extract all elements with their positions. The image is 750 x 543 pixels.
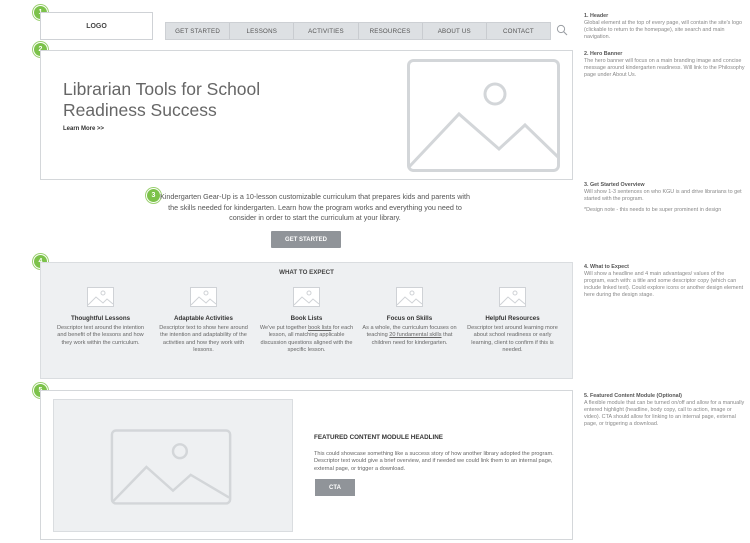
featured-image-placeholder bbox=[53, 399, 293, 532]
cta-button[interactable]: CTA bbox=[315, 479, 355, 496]
feature-title: Focus on Skills bbox=[386, 315, 433, 322]
feature-desc: As a whole, the curriculum focuses on te… bbox=[362, 325, 458, 347]
nav-about-us[interactable]: ABOUT US bbox=[423, 23, 487, 39]
annotation-hero: 2. Hero Banner The hero banner will focu… bbox=[584, 51, 746, 79]
nav-get-started[interactable]: GET STARTED bbox=[166, 23, 231, 39]
annotation-title: 2. Hero Banner bbox=[584, 51, 623, 57]
featured-description: This could showcase something like a suc… bbox=[314, 451, 554, 472]
annotation-body: The hero banner will focus on a main bra… bbox=[584, 58, 745, 78]
hero-banner: Librarian Tools for School Readiness Suc… bbox=[40, 50, 573, 180]
nav-contact[interactable]: CONTACT bbox=[487, 23, 550, 39]
nav-activities[interactable]: ACTIVITIES bbox=[294, 23, 359, 39]
feature-desc: Descriptor text around the intention and… bbox=[56, 325, 145, 346]
image-placeholder-icon bbox=[110, 429, 232, 505]
feature-title: Thoughtful Lessons bbox=[70, 315, 131, 322]
annotation-header: 1. Header Global element at the top of e… bbox=[584, 13, 746, 41]
book-lists-link[interactable]: book lists bbox=[308, 325, 331, 331]
annotation-body: Will show a headline and 4 main advantag… bbox=[584, 271, 744, 298]
feature-title: Adaptable Activities bbox=[174, 315, 233, 322]
annotation-get-started: 3. Get Started Overview Will show 1-3 se… bbox=[584, 182, 746, 214]
image-placeholder-icon bbox=[407, 59, 560, 172]
main-nav: GET STARTED LESSONS ACTIVITIES RESOURCES… bbox=[165, 22, 551, 40]
annotation-title: 4. What to Expect bbox=[584, 264, 629, 270]
feature-card: Focus on Skills As a whole, the curricul… bbox=[362, 287, 458, 355]
feature-title: Book Lists bbox=[290, 315, 323, 322]
annotation-title: 5. Featured Content Module (Optional) bbox=[584, 393, 682, 399]
desc-text: We've put together bbox=[259, 325, 309, 331]
learn-more-link[interactable]: Learn More >> bbox=[63, 126, 104, 132]
feature-card: Adaptable Activities Descriptor text to … bbox=[156, 287, 252, 355]
logo[interactable]: LOGO bbox=[40, 12, 153, 40]
section-title: WHAT TO EXPECT bbox=[279, 269, 334, 276]
what-to-expect-section: WHAT TO EXPECT Thoughtful Lessons Descri… bbox=[40, 262, 573, 379]
annotation-title: 3. Get Started Overview bbox=[584, 182, 645, 188]
image-placeholder-icon bbox=[190, 287, 217, 307]
get-started-overview: Kindergarten Gear-Up is a 10-lesson cust… bbox=[160, 192, 471, 222]
get-started-button[interactable]: GET STARTED bbox=[271, 231, 341, 248]
featured-content-module: FEATURED CONTENT MODULE HEADLINE This co… bbox=[40, 390, 573, 540]
featured-headline: FEATURED CONTENT MODULE HEADLINE bbox=[314, 434, 443, 441]
image-placeholder-icon bbox=[87, 287, 114, 307]
annotation-body: Will show 1-3 sentences on who KGU is an… bbox=[584, 189, 742, 202]
annotation-body: Global element at the top of every page,… bbox=[584, 20, 743, 40]
feature-card: Thoughtful Lessons Descriptor text aroun… bbox=[53, 287, 149, 355]
image-placeholder-icon bbox=[293, 287, 320, 307]
feature-card: Helpful Resources Descriptor text around… bbox=[465, 287, 561, 355]
annotation-title: 1. Header bbox=[584, 13, 609, 19]
feature-desc: Descriptor text to show here around the … bbox=[159, 325, 248, 354]
nav-resources[interactable]: RESOURCES bbox=[359, 23, 423, 39]
search-icon[interactable] bbox=[556, 24, 568, 36]
feature-desc: We've put together book lists for each l… bbox=[259, 325, 355, 355]
nav-lessons[interactable]: LESSONS bbox=[230, 23, 295, 39]
annotation-what-to-expect: 4. What to Expect Will show a headline a… bbox=[584, 264, 746, 299]
section-badge-3: 3 bbox=[146, 188, 161, 203]
hero-title: Librarian Tools for School Readiness Suc… bbox=[63, 79, 261, 120]
annotation-body: A flexible module that can be turned on/… bbox=[584, 400, 745, 427]
feature-desc: Descriptor text around learning more abo… bbox=[467, 325, 558, 354]
feature-card: Book Lists We've put together book lists… bbox=[259, 287, 355, 355]
skills-link[interactable]: 20 fundamental skills bbox=[389, 332, 441, 338]
feature-title: Helpful Resources bbox=[485, 315, 540, 322]
image-placeholder-icon bbox=[396, 287, 423, 307]
image-placeholder-icon bbox=[499, 287, 526, 307]
annotation-featured: 5. Featured Content Module (Optional) A … bbox=[584, 393, 746, 428]
annotation-design-note: *Design note - this needs to be super pr… bbox=[584, 207, 722, 213]
